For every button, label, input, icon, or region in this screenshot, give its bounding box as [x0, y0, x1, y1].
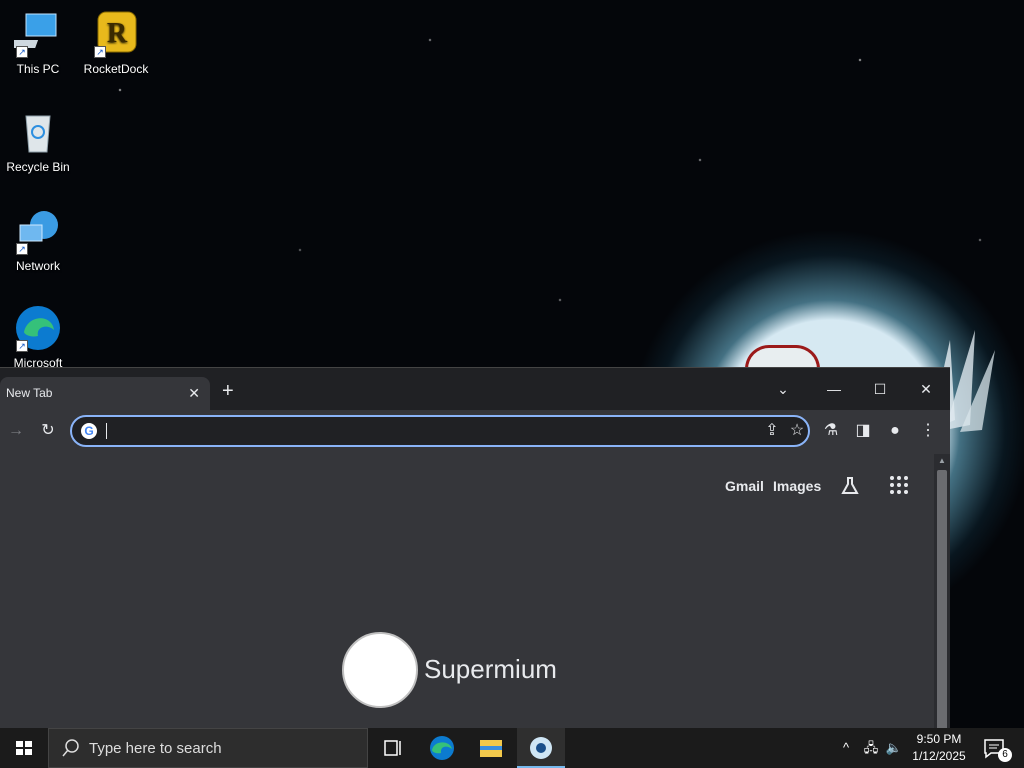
desktop-icon-label: Network — [15, 259, 60, 273]
edge-icon: ↗ — [14, 304, 62, 352]
desktop-icon-rocketdock[interactable]: R ↗ RocketDock — [78, 10, 154, 76]
address-bar-input[interactable] — [106, 421, 746, 441]
search-icon — [62, 739, 79, 757]
scroll-up-arrow-icon[interactable]: ▲ — [938, 456, 946, 465]
google-g-icon: G — [81, 423, 97, 439]
tab-new-tab[interactable]: New Tab ✕ — [0, 377, 210, 410]
share-icon[interactable]: ⇪ — [760, 419, 784, 443]
task-view-button[interactable] — [368, 728, 416, 768]
folder-icon — [480, 740, 502, 757]
notification-count-badge: 6 — [998, 748, 1012, 762]
forward-button[interactable]: → — [4, 419, 28, 443]
supermium-browser-icon — [530, 737, 552, 759]
tab-close-icon[interactable]: ✕ — [188, 385, 200, 402]
task-view-icon — [384, 740, 401, 756]
desktop-icon-recycle-bin[interactable]: Recycle Bin — [0, 108, 76, 174]
new-tab-button[interactable]: + — [222, 380, 234, 403]
search-placeholder: Type here to search — [89, 740, 222, 757]
network-tray-icon[interactable]: 🖧 — [860, 728, 882, 768]
clock-time: 9:50 PM — [916, 732, 962, 746]
wallpaper-dome — [745, 345, 820, 369]
maximize-button[interactable]: ☐ — [857, 374, 903, 404]
omnibox[interactable]: G ⇪ ☆ — [70, 415, 810, 447]
tab-search-chevron-down-icon[interactable]: ⌄ — [760, 374, 806, 404]
desktop-icon-network[interactable]: ↗ Network — [0, 207, 76, 273]
brand-title: Supermium — [424, 654, 557, 684]
shortcut-arrow-icon: ↗ — [16, 46, 28, 58]
labs-flask-icon[interactable]: ⚗ — [819, 419, 843, 443]
supermium-logo — [342, 632, 418, 708]
taskbar-search-box[interactable]: Type here to search — [48, 728, 368, 768]
images-link[interactable]: Images — [773, 478, 821, 494]
shortcut-arrow-icon: ↗ — [16, 340, 28, 352]
scrollbar-thumb[interactable] — [937, 470, 947, 730]
side-panel-icon[interactable]: ◨ — [851, 419, 875, 443]
desktop-icon-label: RocketDock — [83, 62, 149, 76]
windows-logo-icon — [16, 741, 32, 755]
browser-toolbar: → ↻ G ⇪ ☆ ⚗ ◨ ● ⋮ — [0, 410, 950, 452]
browser-titlebar: New Tab ✕ + ⌄ — ☐ ✕ — [0, 368, 950, 410]
page-scrollbar[interactable]: ▲ — [934, 454, 950, 730]
volume-muted-icon[interactable]: 🔈 — [884, 728, 904, 768]
taskbar: Type here to search ^ 🖧 🔈 9:50 PM 1/12/2… — [0, 728, 1024, 768]
menu-kebab-icon[interactable]: ⋮ — [916, 419, 940, 443]
google-apps-grid-icon[interactable] — [890, 476, 908, 494]
recycle-bin-icon — [14, 108, 62, 156]
taskbar-supermium[interactable] — [517, 728, 565, 768]
shortcut-arrow-icon: ↗ — [16, 243, 28, 255]
system-clock[interactable]: 9:50 PM 1/12/2025 — [904, 731, 974, 765]
desktop-icon-this-pc[interactable]: ↗ This PC — [0, 10, 76, 76]
browser-window: New Tab ✕ + ⌄ — ☐ ✕ → ↻ G ⇪ ☆ ⚗ ◨ ● ⋮ Gm… — [0, 367, 950, 730]
show-hidden-icons-chevron-up-icon[interactable]: ^ — [836, 728, 856, 768]
edge-icon — [430, 736, 454, 760]
taskbar-edge[interactable] — [418, 728, 466, 768]
shortcut-arrow-icon: ↗ — [94, 46, 106, 58]
text-caret — [106, 423, 107, 439]
action-center-button[interactable]: 6 — [982, 736, 1012, 762]
taskbar-file-explorer[interactable] — [467, 728, 515, 768]
reload-button[interactable]: ↻ — [36, 419, 60, 443]
labs-flask-icon[interactable] — [840, 476, 860, 496]
svg-text:R: R — [107, 18, 128, 49]
close-window-button[interactable]: ✕ — [903, 374, 949, 404]
bookmark-star-icon[interactable]: ☆ — [785, 419, 809, 443]
computer-icon: ↗ — [5, 10, 62, 58]
minimize-button[interactable]: — — [811, 374, 857, 404]
desktop-icon-label: This PC — [16, 62, 60, 76]
desktop-icon-microsoft-edge[interactable]: ↗ Microsoft — [0, 304, 76, 370]
rocketdock-icon: R ↗ — [92, 10, 140, 58]
network-icon: ↗ — [14, 207, 62, 255]
profile-icon[interactable]: ● — [883, 419, 907, 443]
desktop-icon-label: Recycle Bin — [6, 160, 70, 174]
tab-title: New Tab — [6, 386, 53, 400]
new-tab-page: Gmail Images Supermium — [0, 454, 934, 730]
start-button[interactable] — [0, 728, 48, 768]
gmail-link[interactable]: Gmail — [725, 478, 764, 494]
clock-date: 1/12/2025 — [912, 749, 966, 763]
